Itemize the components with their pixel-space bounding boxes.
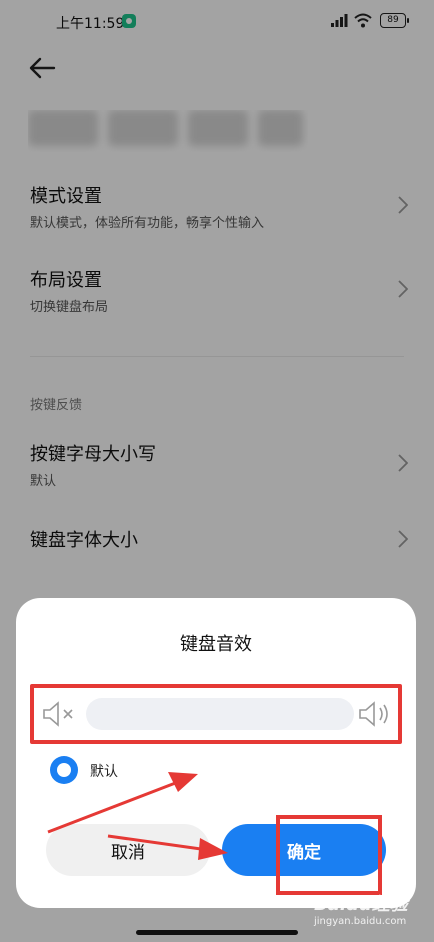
- volume-slider[interactable]: [86, 698, 354, 730]
- radio-selected-icon[interactable]: [50, 756, 78, 784]
- watermark-main: Baidu经验: [314, 894, 408, 915]
- volume-mute-icon: [43, 701, 73, 727]
- home-indicator[interactable]: [136, 930, 298, 935]
- volume-slider-highlight: [30, 684, 402, 744]
- baidu-watermark: Baidu经验 jingyan.baidu.com: [314, 890, 424, 930]
- settings-screen: 上午11:59 89 模式设置 默认模式，体验所有功能，畅享个性输入 布局设置 …: [0, 0, 434, 942]
- keyboard-sound-dialog: 键盘音效 默认 取消 确定: [16, 598, 416, 908]
- confirm-highlight-box: [276, 815, 382, 895]
- volume-up-icon: [359, 701, 388, 727]
- cancel-button[interactable]: 取消: [46, 824, 210, 876]
- dialog-title: 键盘音效: [180, 634, 252, 655]
- watermark-sub: jingyan.baidu.com: [314, 916, 407, 927]
- option-label: 默认: [90, 764, 118, 780]
